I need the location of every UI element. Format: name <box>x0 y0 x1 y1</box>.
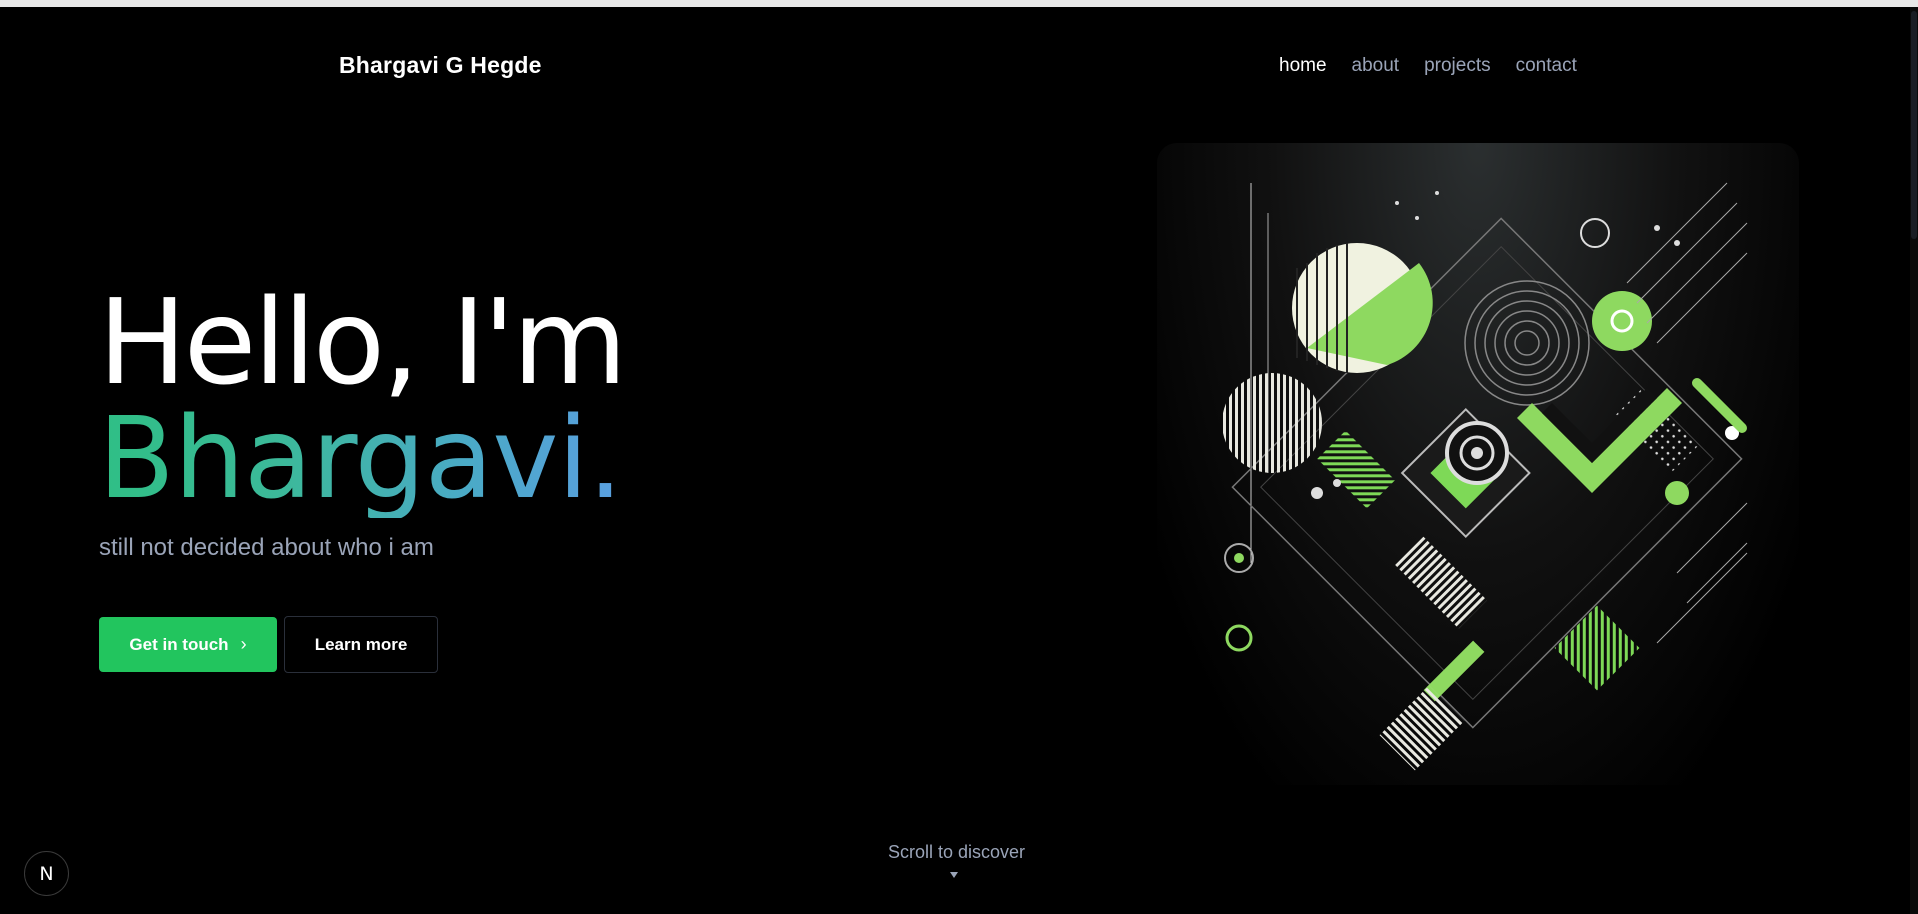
learn-more-button[interactable]: Learn more <box>284 616 438 673</box>
page-scrollbar[interactable] <box>1910 7 1918 914</box>
browser-top-strip <box>0 0 1918 7</box>
get-in-touch-label: Get in touch <box>129 634 229 654</box>
scroll-hint-label[interactable]: Scroll to discover <box>888 842 1025 863</box>
scrollbar-thumb[interactable] <box>1911 11 1917 239</box>
nav-link-home[interactable]: home <box>1279 55 1327 77</box>
site-brand[interactable]: Bhargavi G Hegde <box>339 52 542 79</box>
nav-link-about[interactable]: about <box>1352 55 1400 77</box>
main-nav: home about projects contact <box>1279 55 1577 77</box>
abstract-geometric-illustration <box>1222 182 1748 771</box>
badge-letter: N <box>39 862 54 885</box>
hero-abstract-artwork <box>1157 143 1799 785</box>
nav-link-contact[interactable]: contact <box>1516 55 1577 77</box>
hero-tagline: still not decided about who i am <box>99 534 434 561</box>
caret-down-icon[interactable] <box>950 872 958 878</box>
nextjs-logo-icon[interactable]: N <box>24 851 69 896</box>
nav-link-projects[interactable]: projects <box>1424 55 1491 77</box>
learn-more-label: Learn more <box>314 634 408 654</box>
chevron-right-icon: › <box>240 634 247 654</box>
hero-name: Bhargavi. <box>98 394 623 524</box>
get-in-touch-button[interactable]: Get in touch › <box>99 617 277 672</box>
hero-greeting: Hello, I'm <box>98 273 627 411</box>
